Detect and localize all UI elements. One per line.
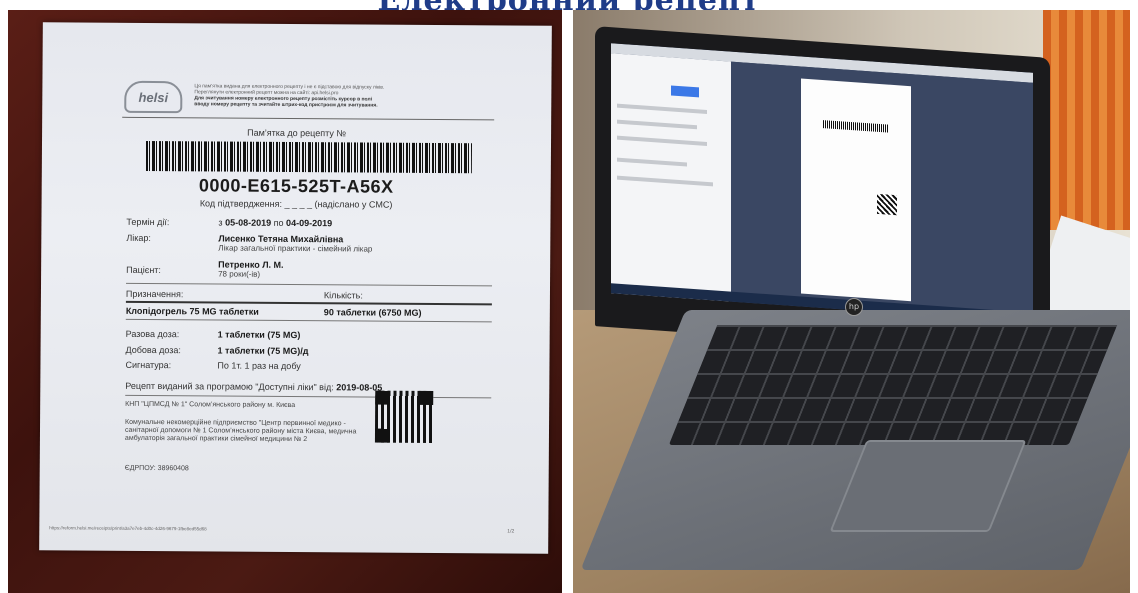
prescription-paper: helsi Ця пам’ятка видана для електронног… xyxy=(39,22,552,554)
preview-page xyxy=(801,78,911,302)
recipe-number: 0000-E615-525T-A56X xyxy=(198,175,394,197)
keyboard xyxy=(668,325,1118,445)
divider xyxy=(126,282,493,287)
divider xyxy=(125,318,492,323)
hp-logo-icon: hp xyxy=(845,298,863,316)
footer-url: https://reform.helsi.me/receipts/print/a… xyxy=(49,525,207,532)
clinic-short: КНП "ЦПМСД № 1" Солом’янського району м.… xyxy=(125,400,296,410)
prescription-photo: helsi Ця пам’ятка видана для електронног… xyxy=(8,10,562,593)
qr-code xyxy=(374,390,434,443)
barcode xyxy=(145,140,473,174)
page-number: 1/2 xyxy=(507,528,515,535)
laptop-photo: hp xyxy=(573,10,1130,593)
print-dialog xyxy=(611,53,731,302)
curtain xyxy=(1043,10,1130,230)
preview-qr xyxy=(877,193,897,216)
clinic-full: Комунальне некомерційне підприємство "Це… xyxy=(124,418,357,444)
preview-barcode xyxy=(823,120,889,133)
helsi-logo: helsi xyxy=(124,80,183,114)
laptop-screen xyxy=(611,43,1033,323)
divider xyxy=(122,116,495,121)
header-notes: Ця пам’ятка видана для електронного реце… xyxy=(194,83,385,109)
program-row: Рецепт виданий за програмою "Доступні лі… xyxy=(125,380,383,393)
memo-heading: Пам’ятка до рецепту № xyxy=(247,127,347,139)
divider xyxy=(125,300,492,306)
confirm-code: Код підтвердження: _ _ _ _ (надіслано у … xyxy=(199,198,393,210)
print-button xyxy=(671,85,699,98)
divider xyxy=(125,394,492,399)
edrpou: ЄДРПОУ: 38960408 xyxy=(124,464,189,473)
